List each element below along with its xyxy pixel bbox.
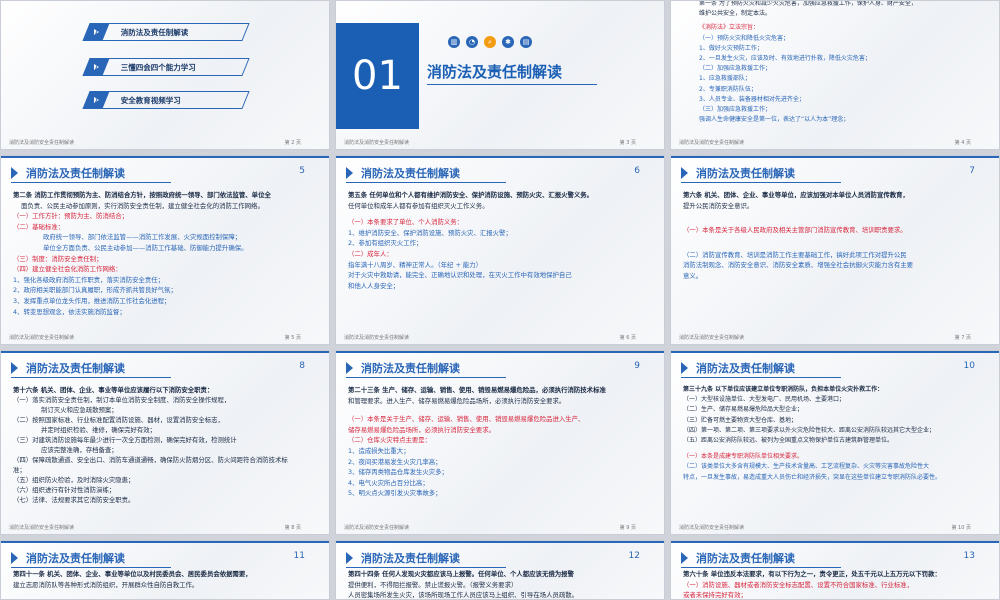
slide-title: 消防法及责任制解读 xyxy=(26,362,125,375)
footer-text: 消防法及消防安全责任制解读 xyxy=(9,525,75,531)
slide-7[interactable]: 消防法及责任制解读 7 第六条 机关、团体、企业、事业等单位，应该加强对本单位人… xyxy=(670,155,1000,345)
title-chevron-icon xyxy=(11,362,18,374)
slide-8[interactable]: 消防法及责任制解读 8 第十六条 机关、团体、企业、事业等单位应该履行以下消防安… xyxy=(0,350,330,535)
slide-title: 消防法及责任制解读 xyxy=(696,552,795,565)
footer-text: 消防法及消防安全责任制解读 xyxy=(344,525,410,531)
slide-number: 10 xyxy=(963,361,975,371)
menu-item-3[interactable]: 安全教育视频学习 xyxy=(92,91,250,109)
slide-body: 第五条 任何单位和个人都有维护消防安全、保护消防设施、预防火灾、汇报火警义务。 … xyxy=(348,191,594,290)
slide-body: 第二条 消防工作贯彻预防为主、防消结合方针，按照政府统一领导、部门依法监管、单位… xyxy=(13,191,271,316)
footer-text: 消防法及消防安全责任制解读 xyxy=(679,140,745,146)
slide-11[interactable]: 消防法及责任制解读 11 第四十一条 机关、团体、企业、事业等单位以及村民委员会… xyxy=(0,540,330,600)
slide-10[interactable]: 消防法及责任制解读 10 第三十九条 以下单位应该建立单位专职消防队，负担本单位… xyxy=(670,350,1000,535)
page-number: 第 6 页 xyxy=(619,335,636,341)
footer-text: 消防法及消防安全责任制解读 xyxy=(9,335,75,341)
slide-title: 消防法及责任制解读 xyxy=(361,552,460,565)
slide-number: 6 xyxy=(634,166,640,176)
title-chevron-icon xyxy=(681,362,688,374)
slide-9[interactable]: 消防法及责任制解读 9 第二十三条 生产、储存、运输、销售、使用、销毁易燃易爆危… xyxy=(335,350,665,535)
slide-number: 8 xyxy=(299,361,305,371)
title-chevron-icon xyxy=(681,167,688,179)
slide-title: 消防法及责任制解读 xyxy=(26,552,125,565)
slide-4[interactable]: 第一条 为了预防火灾和减少火灾危害，加强应急救援工作，保护人身、财产安全， 维护… xyxy=(670,0,1000,150)
footer-text: 消防法及消防安全责任制解读 xyxy=(344,335,410,341)
search-icon: ⌕ xyxy=(484,36,496,48)
slide-number: 11 xyxy=(293,551,305,561)
title-chevron-icon xyxy=(346,167,353,179)
menu-item-1[interactable]: 消防法及责任制解读 xyxy=(92,23,250,41)
slide-number: 9 xyxy=(634,361,640,371)
slide-body: 第三十九条 以下单位应该建立单位专职消防队，负担本单位火灾扑救工作： （一）大型… xyxy=(683,386,942,481)
slide-title: 消防法及责任制解读 xyxy=(26,167,125,180)
section-number-box: 01 xyxy=(336,23,419,129)
slide-5[interactable]: 消防法及责任制解读 5 第二条 消防工作贯彻预防为主、防消结合方针，按照政府统一… xyxy=(0,155,330,345)
slide-number: 12 xyxy=(628,551,640,561)
menu-item-2[interactable]: 三懂四会四个能力学习 xyxy=(92,58,250,76)
page-number: 第 10 页 xyxy=(951,525,971,531)
section-number: 01 xyxy=(352,53,403,99)
slide-body: 第四十一条 机关、团体、企业、事业等单位以及村民委员会、居民委员会依据需要， 建… xyxy=(13,570,252,589)
slide-number: 13 xyxy=(963,551,975,561)
slide-title: 消防法及责任制解读 xyxy=(696,362,795,375)
slide-2[interactable]: 消防法及责任制解读 三懂四会四个能力学习 安全教育视频学习 消防法及消防安全责任… xyxy=(0,0,330,150)
page-number: 第 7 页 xyxy=(954,335,971,341)
footer-text: 消防法及消防安全责任制解读 xyxy=(344,140,410,146)
slide-12[interactable]: 消防法及责任制解读 12 第四十四条 任何人发现火灾都应该马上报警。任何单位、个… xyxy=(335,540,665,600)
page-number: 第 2 页 xyxy=(284,140,301,146)
slide-number: 5 xyxy=(299,166,305,176)
slide-title: 消防法及责任制解读 xyxy=(696,167,795,180)
slide-body: 第四十四条 任何人发现火灾都应该马上报警。任何单位、个人都应该无偿为报警 提供便… xyxy=(348,570,579,600)
slide-3[interactable]: 01 ▥ ◔ ⌕ ✱ ▤ 消防法及责任制解读 消防法及消防安全责任制解读 第 3… xyxy=(335,0,665,150)
settings-icon: ✱ xyxy=(502,36,514,48)
page-number: 第 8 页 xyxy=(284,525,301,531)
title-chevron-icon xyxy=(11,167,18,179)
page-number: 第 5 页 xyxy=(284,335,301,341)
slide-body: 第十六条 机关、团体、企业、事业等单位应该履行以下消防安全职责： （一）落实消防… xyxy=(13,386,288,504)
slide-13[interactable]: 消防法及责任制解读 13 第六十条 单位违反本法要求，有以下行为之一，责令更正，… xyxy=(670,540,1000,600)
section-title: 消防法及责任制解读 xyxy=(427,63,563,81)
slide-body: 第六条 机关、团体、企业、事业等单位，应该加强对本单位人员消防宣传教育， 提升公… xyxy=(683,191,914,280)
title-chevron-icon xyxy=(346,552,353,564)
page-number: 第 4 页 xyxy=(954,140,971,146)
slide-body: 第二十三条 生产、储存、运输、销售、使用、销毁易燃易爆危险品，必须执行消防技术标… xyxy=(348,386,606,498)
title-chevron-icon xyxy=(681,552,688,564)
page-number: 第 9 页 xyxy=(619,525,636,531)
page-number: 第 3 页 xyxy=(619,140,636,146)
title-chevron-icon xyxy=(346,362,353,374)
slide-body: 第一条 为了预防火灾和减少火灾危害，加强应急救援工作，保护人身、财产安全， 维护… xyxy=(699,0,917,124)
footer-text: 消防法及消防安全责任制解读 xyxy=(679,525,745,531)
slide-6[interactable]: 消防法及责任制解读 6 第五条 任何单位和个人都有维护消防安全、保护消防设施、预… xyxy=(335,155,665,345)
document-icon: ▤ xyxy=(520,36,532,48)
slide-title: 消防法及责任制解读 xyxy=(361,167,460,180)
slide-body: 第六十条 单位违反本法要求，有以下行为之一，责令更正，处五千元以上五万元以下罚款… xyxy=(683,570,941,600)
slide-title: 消防法及责任制解读 xyxy=(361,362,460,375)
divider xyxy=(427,84,597,85)
footer-text: 消防法及消防安全责任制解读 xyxy=(9,140,75,146)
footer-text: 消防法及消防安全责任制解读 xyxy=(679,335,745,341)
pie-icon: ◔ xyxy=(466,36,478,48)
title-chevron-icon xyxy=(11,552,18,564)
slide-number: 7 xyxy=(969,166,975,176)
section-icons: ▥ ◔ ⌕ ✱ ▤ xyxy=(448,36,532,48)
chart-icon: ▥ xyxy=(448,36,460,48)
